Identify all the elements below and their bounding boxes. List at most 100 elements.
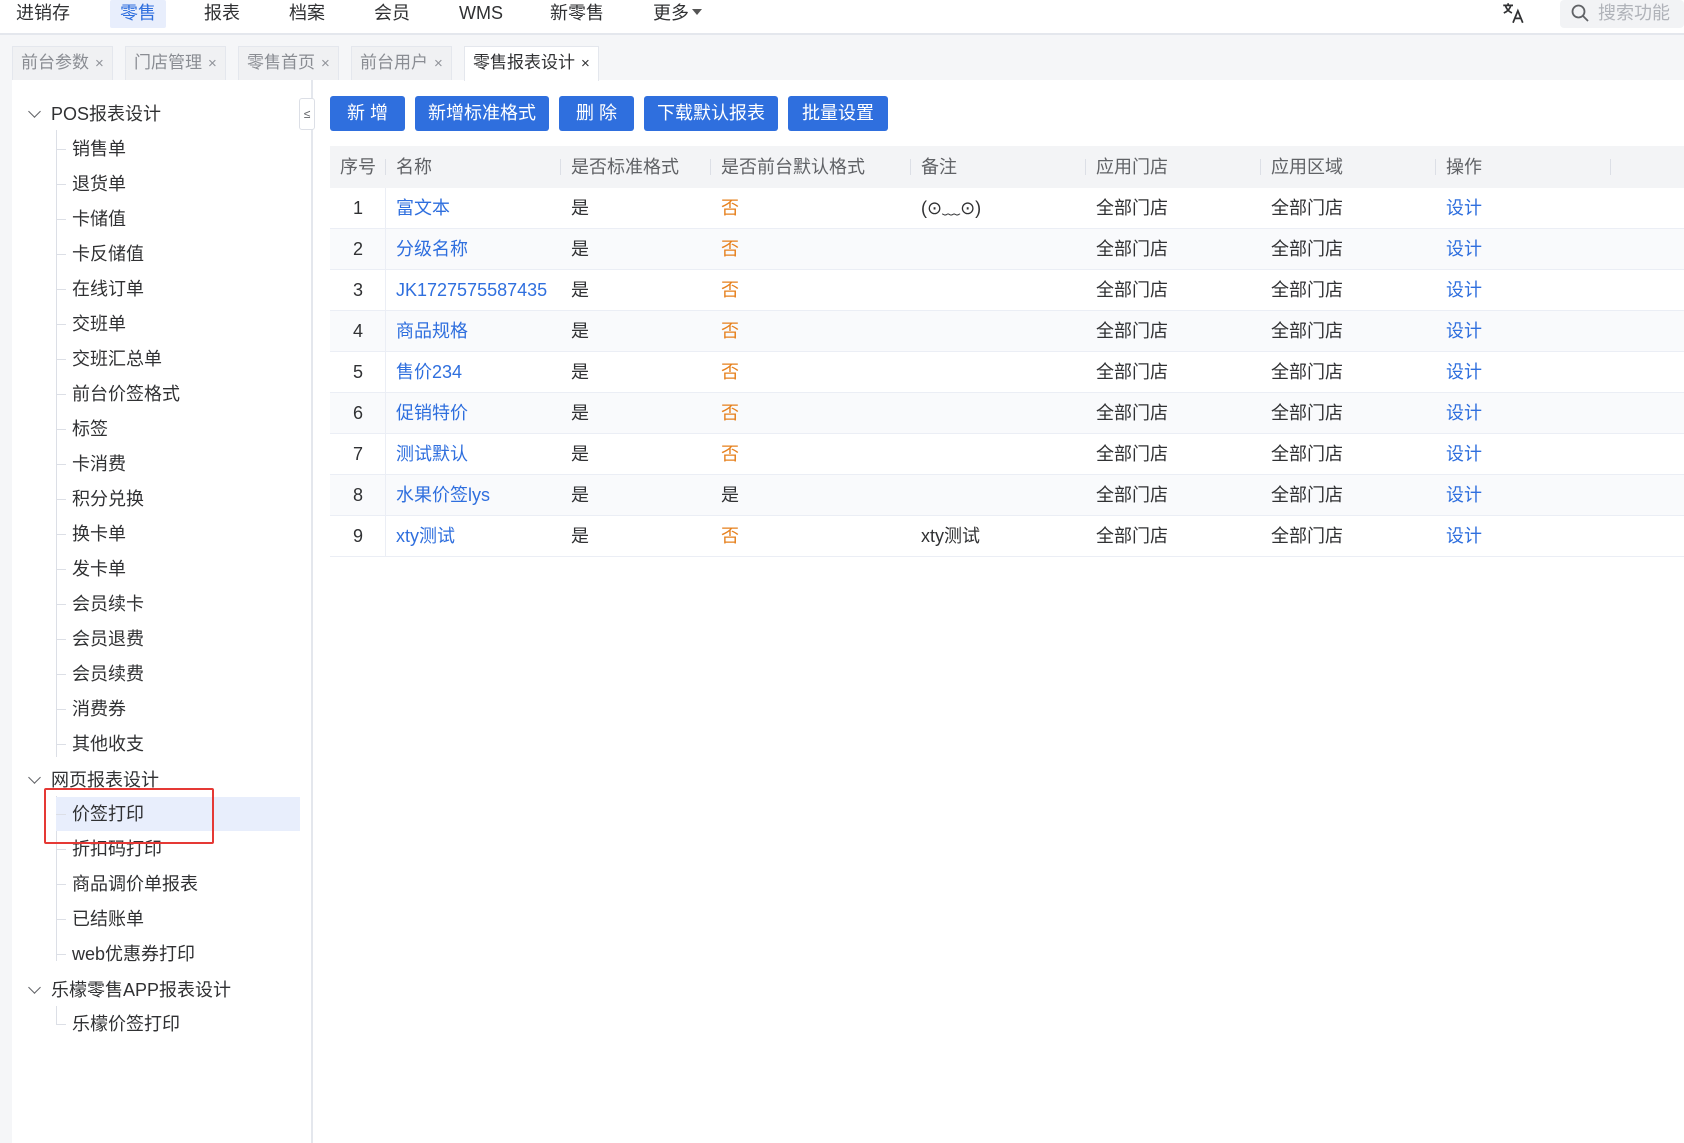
design-link[interactable]: 设计 xyxy=(1446,352,1482,393)
cell-name-link[interactable]: 测试默认 xyxy=(396,434,468,475)
design-link[interactable]: 设计 xyxy=(1446,434,1482,475)
sidebar-item-shift-summary[interactable]: 交班汇总单 xyxy=(56,342,162,376)
cell-store: 全部门店 xyxy=(1096,239,1168,259)
search-input[interactable] xyxy=(1598,0,1684,26)
cell-name-link[interactable]: 促销特价 xyxy=(396,393,468,434)
cell-area: 全部门店 xyxy=(1271,280,1343,300)
column-divider xyxy=(385,270,386,311)
design-link[interactable]: 设计 xyxy=(1446,311,1482,352)
cell-name-link[interactable]: 水果价签lys xyxy=(396,475,490,516)
sidebar-item-settled-bills[interactable]: 已结账单 xyxy=(56,902,144,936)
cell-name-link[interactable]: 售价234 xyxy=(396,352,462,393)
tab-front-users[interactable]: 前台用户 × xyxy=(351,46,452,80)
cell-store: 全部门店 xyxy=(1096,198,1168,218)
chevron-down-icon[interactable] xyxy=(28,981,41,994)
cell-area: 全部门店 xyxy=(1271,362,1343,382)
sidebar-item-label[interactable]: 标签 xyxy=(56,412,108,446)
sidebar-item-card-issue[interactable]: 发卡单 xyxy=(56,552,126,586)
collapse-sidebar-icon[interactable]: ≤ xyxy=(299,98,315,130)
design-link[interactable]: 设计 xyxy=(1446,475,1482,516)
add-standard-format-button[interactable]: 新增标准格式 xyxy=(415,96,549,131)
sidebar-item-voucher[interactable]: 消费券 xyxy=(56,692,126,726)
sidebar-item-card-reverse-topup[interactable]: 卡反储值 xyxy=(56,237,144,271)
cell-seq: 1 xyxy=(353,198,364,218)
batch-settings-button[interactable]: 批量设置 xyxy=(788,96,888,131)
sidebar-item-card-topup[interactable]: 卡储值 xyxy=(56,202,126,236)
column-divider xyxy=(385,516,386,557)
nav-item-jxc[interactable]: 进销存 xyxy=(6,0,80,28)
cell-name-link[interactable]: xty测试 xyxy=(396,516,455,557)
col-header-note: 备注 xyxy=(921,157,957,177)
search-box[interactable] xyxy=(1560,0,1684,28)
add-button[interactable]: 新 增 xyxy=(330,96,405,131)
cell-default: 否 xyxy=(721,403,739,423)
chevron-down-icon[interactable] xyxy=(28,105,41,118)
tree-group-label: 乐檬零售APP报表设计 xyxy=(51,980,232,1000)
nav-item-wms[interactable]: WMS xyxy=(449,0,513,28)
sidebar-item-front-price-tag-format[interactable]: 前台价签格式 xyxy=(56,377,180,411)
column-divider xyxy=(710,159,711,175)
cell-default: 否 xyxy=(721,444,739,464)
sidebar-item-member-refund[interactable]: 会员退费 xyxy=(56,622,144,656)
table-row: 3 JK1727575587435 是 否 全部门店 全部门店 设计 xyxy=(330,270,1684,311)
close-icon[interactable]: × xyxy=(95,55,104,72)
close-icon[interactable]: × xyxy=(434,55,443,72)
tab-front-params[interactable]: 前台参数 × xyxy=(12,46,113,80)
sidebar-item-price-adjustment-report[interactable]: 商品调价单报表 xyxy=(56,867,198,901)
cell-seq: 9 xyxy=(353,526,364,546)
design-link[interactable]: 设计 xyxy=(1446,516,1482,557)
sidebar-item-member-renewal-fee[interactable]: 会员续费 xyxy=(56,657,144,691)
nav-item-retail[interactable]: 零售 xyxy=(110,0,166,28)
table-row: 5 售价234 是 否 全部门店 全部门店 设计 xyxy=(330,352,1684,393)
tab-bar: 前台参数 × 门店管理 × 零售首页 × 前台用户 × 零售报表设计 × xyxy=(0,35,1684,81)
sidebar-item-other-income-expense[interactable]: 其他收支 xyxy=(56,727,144,761)
download-default-report-button[interactable]: 下载默认报表 xyxy=(644,96,778,131)
sidebar-item-shift-handover[interactable]: 交班单 xyxy=(56,307,126,341)
cell-name-link[interactable]: 分级名称 xyxy=(396,229,468,270)
nav-item-new-retail[interactable]: 新零售 xyxy=(540,0,614,28)
tab-label: 前台参数 xyxy=(21,53,89,72)
chevron-down-icon[interactable] xyxy=(28,771,41,784)
delete-button[interactable]: 删 除 xyxy=(559,96,634,131)
sidebar-item-return-receipt[interactable]: 退货单 xyxy=(56,167,126,201)
close-icon[interactable]: × xyxy=(321,55,330,72)
translate-icon[interactable] xyxy=(1500,0,1526,26)
sidebar-item-online-order[interactable]: 在线订单 xyxy=(56,272,144,306)
nav-item-archive[interactable]: 档案 xyxy=(279,0,335,28)
design-link[interactable]: 设计 xyxy=(1446,229,1482,270)
tab-retail-home[interactable]: 零售首页 × xyxy=(238,46,339,80)
nav-item-more[interactable]: 更多 xyxy=(643,0,712,28)
sidebar-item-member-card-renewal[interactable]: 会员续卡 xyxy=(56,587,144,621)
cell-name-link[interactable]: 商品规格 xyxy=(396,311,468,352)
cell-name-link[interactable]: 富文本 xyxy=(396,188,450,229)
tab-retail-report-design[interactable]: 零售报表设计 × xyxy=(464,46,599,81)
nav-item-reports[interactable]: 报表 xyxy=(194,0,250,28)
sidebar-item-web-coupon-print[interactable]: web优惠券打印 xyxy=(56,937,195,971)
tab-store-management[interactable]: 门店管理 × xyxy=(125,46,226,80)
design-link[interactable]: 设计 xyxy=(1446,393,1482,434)
close-icon[interactable]: × xyxy=(581,55,590,72)
design-link[interactable]: 设计 xyxy=(1446,270,1482,311)
column-divider xyxy=(1260,159,1261,175)
tree-group-pos-report-design[interactable]: POS报表设计 xyxy=(28,99,161,129)
cell-area: 全部门店 xyxy=(1271,485,1343,505)
sidebar-item-points-exchange[interactable]: 积分兑换 xyxy=(56,482,144,516)
col-header-seq: 序号 xyxy=(340,157,376,177)
close-icon[interactable]: × xyxy=(208,55,217,72)
cell-default: 否 xyxy=(721,198,739,218)
cell-default: 否 xyxy=(721,526,739,546)
sidebar-item-card-consumption[interactable]: 卡消费 xyxy=(56,447,126,481)
cell-seq: 6 xyxy=(353,403,364,423)
column-divider xyxy=(385,352,386,393)
sidebar-item-card-replacement[interactable]: 换卡单 xyxy=(56,517,126,551)
design-link[interactable]: 设计 xyxy=(1446,188,1482,229)
sidebar-item-lemon-price-tag-print[interactable]: 乐檬价签打印 xyxy=(56,1007,180,1041)
nav-more-label: 更多 xyxy=(653,3,689,23)
tree-group-lemon-app-report-design[interactable]: 乐檬零售APP报表设计 xyxy=(28,975,232,1005)
col-header-default: 是否前台默认格式 xyxy=(721,157,865,177)
column-divider xyxy=(385,311,386,352)
cell-standard: 是 xyxy=(571,526,589,546)
nav-item-member[interactable]: 会员 xyxy=(364,0,420,28)
cell-name-link[interactable]: JK1727575587435 xyxy=(396,270,547,311)
sidebar-item-sales-receipt[interactable]: 销售单 xyxy=(56,132,126,166)
